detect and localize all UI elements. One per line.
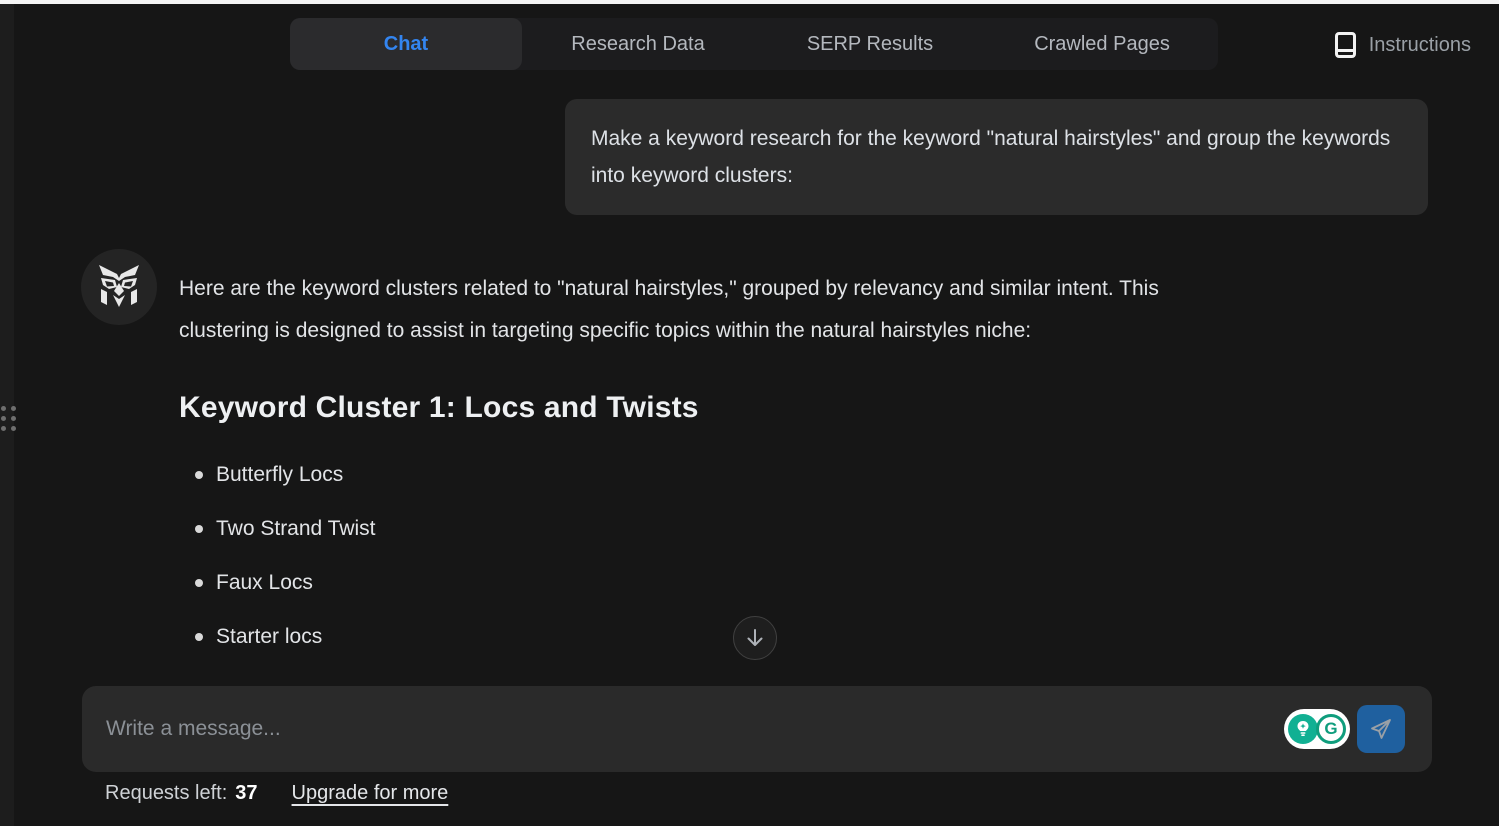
instructions-label: Instructions bbox=[1369, 34, 1471, 57]
assistant-avatar bbox=[81, 249, 157, 325]
list-item: Butterfly Locs bbox=[179, 460, 1189, 514]
top-divider bbox=[0, 0, 1499, 4]
arrow-down-icon bbox=[746, 628, 764, 648]
instructions-button[interactable]: Instructions bbox=[1335, 30, 1471, 60]
message-input[interactable] bbox=[82, 717, 1284, 741]
tab-research-data[interactable]: Research Data bbox=[522, 18, 754, 70]
list-item: Faux Locs bbox=[179, 568, 1189, 622]
list-item: Starter locs bbox=[179, 622, 1189, 676]
tab-bar: Chat Research Data SERP Results Crawled … bbox=[290, 18, 1218, 70]
upgrade-link[interactable]: Upgrade for more bbox=[292, 782, 449, 805]
assistant-message: Here are the keyword clusters related to… bbox=[179, 268, 1189, 676]
scroll-to-bottom-button[interactable] bbox=[733, 616, 777, 660]
requests-left: Requests left:37 bbox=[105, 782, 258, 805]
paper-plane-icon bbox=[1368, 716, 1394, 742]
cluster-keyword-list: Butterfly Locs Two Strand Twist Faux Loc… bbox=[179, 460, 1189, 676]
tab-crawled-pages[interactable]: Crawled Pages bbox=[986, 18, 1218, 70]
lightbulb-icon bbox=[1288, 714, 1318, 744]
footer-bar: Requests left:37 Upgrade for more bbox=[105, 782, 448, 805]
cluster-heading: Keyword Cluster 1: Locs and Twists bbox=[179, 390, 1189, 426]
assistant-intro-text: Here are the keyword clusters related to… bbox=[179, 268, 1189, 352]
chat-panel: Chat Research Data SERP Results Crawled … bbox=[0, 0, 1499, 826]
panel-drag-handle[interactable] bbox=[1, 406, 14, 434]
list-item: Two Strand Twist bbox=[179, 514, 1189, 568]
user-message: Make a keyword research for the keyword … bbox=[565, 99, 1428, 215]
book-icon bbox=[1335, 32, 1356, 58]
tab-chat[interactable]: Chat bbox=[290, 18, 522, 70]
grammarly-extension-widget[interactable]: G bbox=[1284, 709, 1350, 749]
send-button[interactable] bbox=[1357, 705, 1405, 753]
message-composer: G bbox=[82, 686, 1432, 772]
requests-left-count: 37 bbox=[235, 782, 257, 804]
tab-serp-results[interactable]: SERP Results bbox=[754, 18, 986, 70]
owl-logo-icon bbox=[95, 265, 143, 309]
grammarly-g-icon: G bbox=[1316, 714, 1346, 744]
